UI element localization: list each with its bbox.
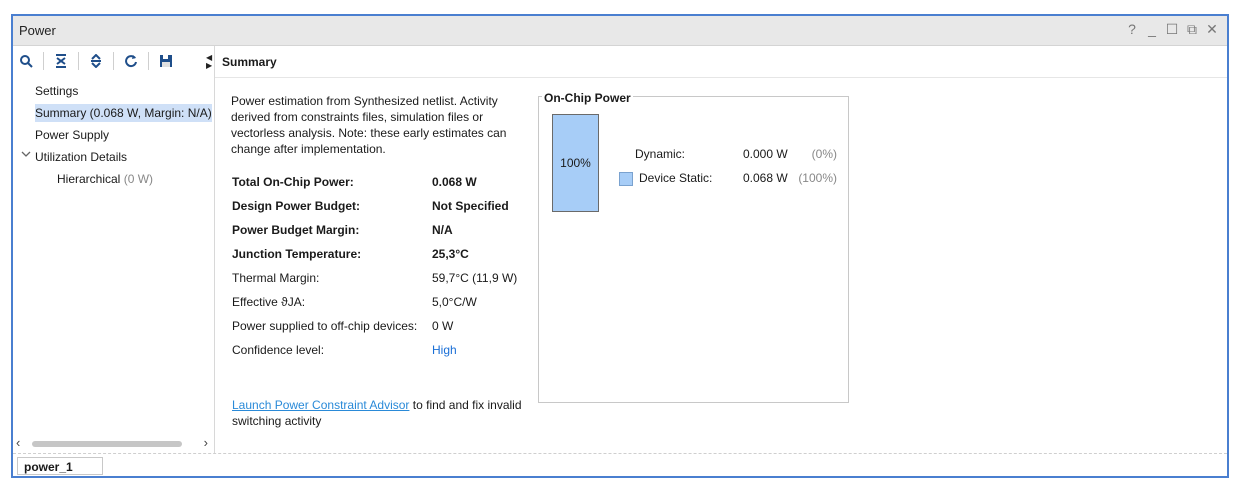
property-value: N/A — [432, 223, 453, 237]
properties-table: Total On-Chip Power: 0.068 W Design Powe… — [232, 170, 532, 362]
maximize-icon[interactable]: ☐ — [1165, 21, 1179, 38]
minimize-icon[interactable]: _ — [1145, 21, 1159, 38]
property-row: Power Budget Margin: N/A — [232, 218, 532, 242]
chevron-down-icon[interactable] — [21, 146, 31, 168]
property-row: Design Power Budget: Not Specified — [232, 194, 532, 218]
expand-all-icon[interactable] — [83, 50, 109, 72]
legend-row-dynamic: Dynamic: 0.000 W (0%) — [617, 142, 847, 166]
tab-strip: power_1 — [13, 454, 1227, 478]
window-controls: ? _ ☐ ⧉ ✕ — [1125, 21, 1219, 38]
summary-header: Summary — [215, 46, 1227, 78]
property-row: Confidence level: High — [232, 338, 532, 362]
toolbar-separator — [43, 52, 44, 70]
tree-item-summary[interactable]: Summary (0.068 W, Margin: N/A) — [13, 102, 214, 124]
power-bar: 100% — [552, 114, 599, 212]
power-bar-label: 100% — [560, 156, 591, 170]
help-icon[interactable]: ? — [1125, 21, 1139, 38]
collapse-all-icon[interactable] — [48, 50, 74, 72]
toolbar — [13, 46, 214, 76]
toolbar-separator — [113, 52, 114, 70]
power-window: Power ? _ ☐ ⧉ ✕ ◀ ▶ Settings Summary (0.… — [11, 14, 1229, 478]
horizontal-scrollbar[interactable]: ‹ › — [16, 435, 208, 450]
property-key: Total On-Chip Power: — [232, 175, 354, 189]
property-key: Confidence level: — [232, 343, 325, 357]
page-title: Summary — [222, 55, 277, 69]
property-value: 0.068 W — [432, 175, 477, 189]
title-bar: Power ? _ ☐ ⧉ ✕ — [13, 16, 1227, 46]
power-legend: Dynamic: 0.000 W (0%) Device Static: 0.0… — [617, 142, 847, 190]
toolbar-separator — [148, 52, 149, 70]
property-row: Power supplied to off-chip devices: 0 W — [232, 314, 532, 338]
scroll-left-icon[interactable]: ‹ — [16, 435, 20, 450]
tree-item-power-supply[interactable]: Power Supply — [13, 124, 214, 146]
legend-row-device-static: Device Static: 0.068 W (100%) — [617, 166, 847, 190]
property-key: Power Budget Margin: — [232, 223, 360, 237]
property-row: Thermal Margin: 59,7°C (11,9 W) — [232, 266, 532, 290]
property-value: Not Specified — [432, 199, 509, 213]
legend-name: Device Static: — [639, 171, 713, 185]
tree-item-hierarchical[interactable]: Hierarchical (0 W) — [13, 168, 214, 190]
collapse-pane-icon[interactable]: ◀ ▶ — [206, 54, 212, 70]
advisor-text: Launch Power Constraint Advisor to find … — [232, 397, 532, 429]
property-value: 5,0°C/W — [432, 295, 477, 309]
legend-value: 0.068 W — [743, 171, 788, 185]
property-key: Effective ϑJA: — [232, 295, 306, 309]
tree-item-utilization-details[interactable]: Utilization Details — [13, 146, 214, 168]
tree-item-label: Summary (0.068 W, Margin: N/A) — [35, 104, 212, 122]
property-key: Thermal Margin: — [232, 271, 320, 285]
close-icon[interactable]: ✕ — [1205, 21, 1219, 38]
property-row: Total On-Chip Power: 0.068 W — [232, 170, 532, 194]
float-icon[interactable]: ⧉ — [1185, 21, 1199, 38]
summary-view: Summary Power estimation from Synthesize… — [215, 46, 1227, 454]
tree-item-label: Settings — [35, 84, 79, 98]
property-key: Junction Temperature: — [232, 247, 362, 261]
scrollbar-thumb[interactable] — [32, 441, 182, 447]
power-tree: Settings Summary (0.068 W, Margin: N/A) … — [13, 80, 214, 190]
navigation-pane: ◀ ▶ Settings Summary (0.068 W, Margin: N/… — [13, 46, 215, 454]
legend-value: 0.000 W — [743, 147, 788, 161]
tree-item-label: Hierarchical — [57, 172, 121, 186]
tree-item-label: Utilization Details — [35, 150, 128, 164]
tree-item-label: Power Supply — [35, 128, 110, 142]
property-key: Power supplied to off-chip devices: — [232, 319, 418, 333]
tab-power-1[interactable]: power_1 — [17, 457, 103, 475]
legend-name: Dynamic: — [635, 147, 686, 161]
launch-power-constraint-advisor-link[interactable]: Launch Power Constraint Advisor — [232, 398, 409, 412]
property-key: Design Power Budget: — [232, 199, 361, 213]
toolbar-separator — [78, 52, 79, 70]
summary-description: Power estimation from Synthesized netlis… — [231, 94, 507, 156]
property-row: Effective ϑJA: 5,0°C/W — [232, 290, 532, 314]
legend-percent: (100%) — [798, 171, 837, 185]
property-value: 59,7°C (11,9 W) — [432, 271, 518, 285]
tree-item-value: (0 W) — [123, 172, 154, 186]
window-title: Power — [19, 23, 56, 38]
save-icon[interactable] — [153, 50, 179, 72]
scroll-right-icon[interactable]: › — [204, 435, 208, 450]
property-value: 25,3°C — [432, 247, 469, 261]
legend-percent: (0%) — [811, 147, 837, 161]
legend-swatch — [619, 172, 633, 186]
search-icon[interactable] — [13, 50, 39, 72]
panel-title: On-Chip Power — [542, 91, 633, 105]
refresh-icon[interactable] — [118, 50, 144, 72]
property-row: Junction Temperature: 25,3°C — [232, 242, 532, 266]
property-value: 0 W — [432, 319, 454, 333]
confidence-level-link[interactable]: High — [432, 338, 457, 362]
on-chip-power-panel: On-Chip Power 100% Dynamic: 0.000 W (0%)… — [538, 91, 849, 403]
tree-item-settings[interactable]: Settings — [13, 80, 214, 102]
